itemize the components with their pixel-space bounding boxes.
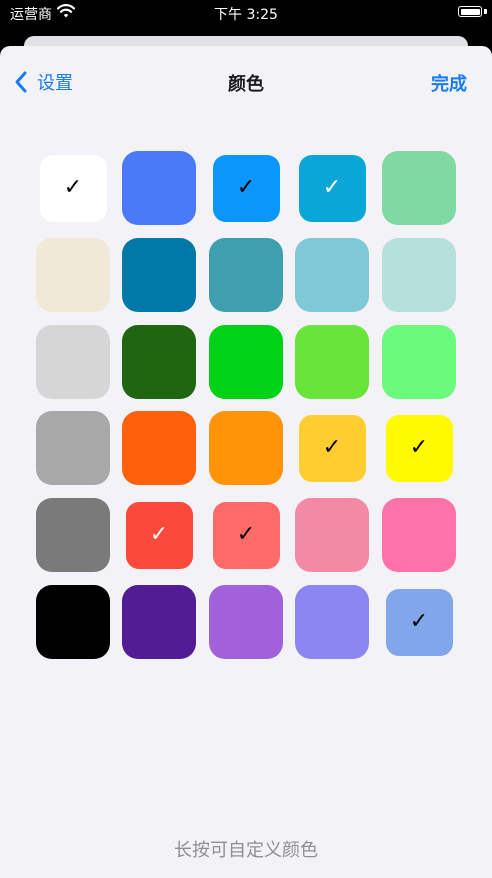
checkmark-icon: ✓ (322, 175, 342, 200)
color-swatch[interactable] (209, 324, 283, 399)
color-swatch[interactable] (122, 237, 196, 312)
battery-cap (484, 9, 487, 14)
checkmark-icon: ✓ (409, 435, 429, 461)
color-swatch[interactable] (36, 585, 110, 659)
color-swatch[interactable] (36, 411, 110, 486)
color-swatch[interactable] (209, 237, 283, 312)
color-swatch[interactable] (122, 151, 196, 225)
color-swatch[interactable] (382, 151, 456, 225)
checkmark-icon: ✓ (236, 175, 256, 200)
color-swatch[interactable]: ✓ (212, 154, 280, 222)
color-swatch-grid: ✓ ✓ ✓ ✓ ✓ ✓ ✓ ✓ (0, 46, 492, 746)
color-swatch[interactable]: ✓ (212, 501, 280, 569)
color-swatch[interactable] (36, 237, 110, 312)
color-swatch[interactable]: ✓ (125, 501, 193, 569)
color-swatch[interactable]: ✓ (385, 414, 453, 482)
color-swatch[interactable]: ✓ (385, 588, 453, 656)
color-swatch[interactable] (295, 498, 369, 573)
checkmark-icon: ✓ (149, 522, 169, 548)
battery-icon (458, 6, 482, 17)
checkmark-icon: ✓ (409, 609, 429, 634)
color-swatch[interactable] (36, 324, 110, 399)
color-swatch[interactable] (36, 498, 110, 573)
color-swatch[interactable]: ✓ (298, 154, 366, 222)
color-swatch[interactable] (209, 585, 283, 659)
color-swatch[interactable] (295, 237, 369, 312)
checkmark-icon: ✓ (63, 175, 83, 200)
color-swatch[interactable] (382, 498, 456, 573)
color-swatch[interactable] (122, 585, 196, 659)
status-bar: 运营商 下午 3:25 (0, 0, 492, 28)
status-time: 下午 3:25 (214, 7, 278, 23)
color-swatch[interactable]: ✓ (39, 154, 107, 222)
checkmark-icon: ✓ (322, 435, 342, 461)
color-swatch[interactable] (295, 324, 369, 399)
color-swatch[interactable]: ✓ (298, 414, 366, 482)
color-settings-sheet: 设置 颜色 完成 ✓ ✓ ✓ ✓ ✓ ✓ ✓ ✓ 长按可自定义颜色 (0, 46, 492, 878)
color-swatch[interactable] (295, 585, 369, 659)
color-swatch[interactable] (382, 324, 456, 399)
color-swatch[interactable] (382, 237, 456, 312)
color-swatch[interactable] (122, 324, 196, 399)
footer-hint: 长按可自定义颜色 (174, 840, 318, 861)
checkmark-icon: ✓ (236, 522, 256, 548)
color-swatch[interactable] (209, 411, 283, 486)
color-swatch[interactable] (122, 411, 196, 486)
